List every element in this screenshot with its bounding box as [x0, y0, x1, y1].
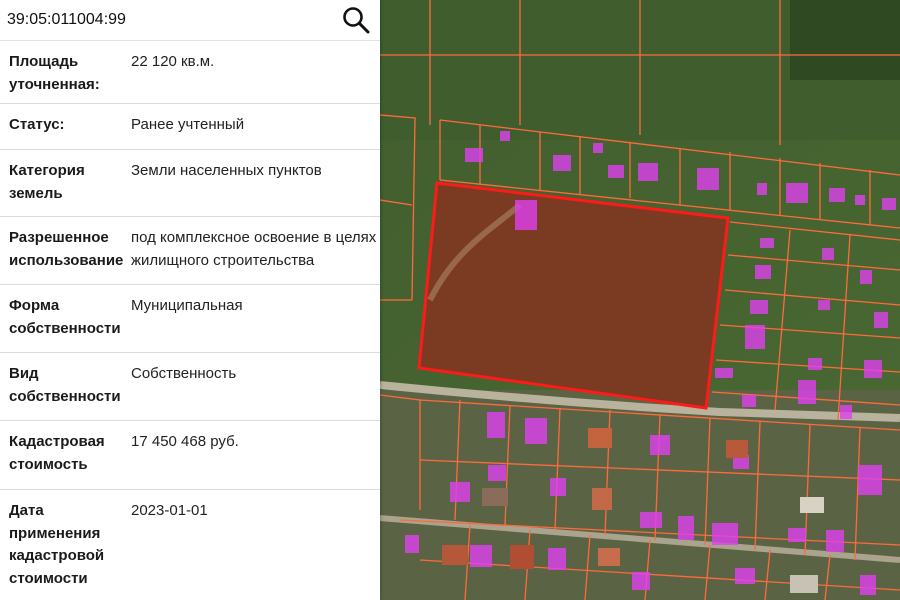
info-value: под комплексное освоение в целях жилищно…: [131, 229, 377, 269]
info-label: Статус:: [9, 116, 65, 133]
search-button[interactable]: [340, 4, 372, 36]
info-row-permitted-use: Разрешенное использование под комплексно…: [0, 217, 380, 285]
info-value: Ранее учтенный: [131, 116, 245, 133]
info-value: 2023-01-01: [131, 502, 208, 519]
selected-parcel[interactable]: [417, 181, 730, 410]
info-label: Дата применения кадастровой стоимости: [9, 502, 105, 587]
info-label: Форма собственности: [9, 297, 121, 337]
info-value: 17 450 468 руб.: [131, 433, 239, 450]
info-label: Вид собственности: [9, 365, 121, 405]
info-value: Земли населенных пунктов: [131, 162, 322, 179]
search-bar: [0, 0, 380, 41]
info-row-land-category: Категория земель Земли населенных пункто…: [0, 150, 380, 217]
info-value: Муниципальная: [131, 297, 243, 314]
info-row-area: Площадь уточненная: 22 120 кв.м.: [0, 41, 380, 104]
info-label: Категория земель: [9, 162, 85, 202]
info-row-ownership-type: Вид собственности Собственность: [0, 353, 380, 421]
info-value: 22 120 кв.м.: [131, 53, 215, 70]
info-row-ownership-form: Форма собственности Муниципальная: [0, 285, 380, 353]
info-label: Площадь уточненная:: [9, 53, 100, 93]
parcel-info-panel: Площадь уточненная: 22 120 кв.м. Статус:…: [0, 0, 380, 600]
map-trees-corner: [790, 0, 900, 80]
info-label: Кадастровая стоимость: [9, 433, 105, 473]
search-icon: [343, 7, 370, 34]
cadastral-number-input[interactable]: [7, 11, 307, 29]
info-row-valuation-date: Дата применения кадастровой стоимости 20…: [0, 490, 380, 600]
info-row-status: Статус: Ранее учтенный: [0, 104, 380, 150]
info-row-cadastral-value: Кадастровая стоимость 17 450 468 руб.: [0, 421, 380, 490]
info-label: Разрешенное использование: [9, 229, 124, 269]
info-value: Собственность: [131, 365, 237, 382]
